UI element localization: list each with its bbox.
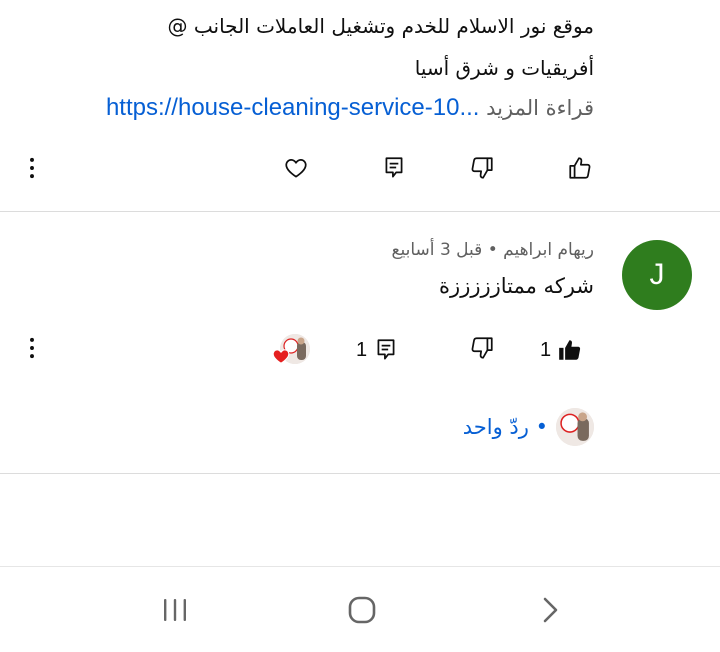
read-more-button[interactable]: قراءة المزيد bbox=[486, 96, 594, 120]
description-line-1: موقع نور الاسلام للخدم وتشغيل العاملات ا… bbox=[167, 14, 594, 38]
comment-dislike-button[interactable] bbox=[460, 326, 504, 370]
heart-button[interactable] bbox=[274, 146, 318, 190]
reply-author-avatar-image bbox=[556, 408, 594, 446]
thumb-down-icon bbox=[471, 157, 493, 179]
like-button[interactable] bbox=[558, 146, 602, 190]
more-vert-icon bbox=[30, 337, 34, 359]
heart-icon bbox=[285, 159, 307, 178]
comment-text: شركه ممتازززززة bbox=[439, 274, 594, 298]
divider bbox=[0, 473, 720, 474]
comment-icon bbox=[385, 157, 403, 178]
read-more-row: قراءة المزيد https://house-cleaning-serv… bbox=[106, 94, 594, 122]
home-button[interactable] bbox=[340, 588, 384, 632]
back-chevron-icon bbox=[543, 597, 558, 623]
divider bbox=[0, 211, 720, 212]
comments-button[interactable] bbox=[372, 146, 416, 190]
commenter-avatar[interactable]: J bbox=[622, 240, 692, 310]
navbar-divider bbox=[0, 566, 720, 567]
comment-meta: ريهام ابراهيم • قبل 3 أسابيع bbox=[391, 240, 594, 260]
more-vert-icon bbox=[30, 157, 34, 179]
avatar-letter: J bbox=[649, 258, 665, 291]
more-options-button[interactable] bbox=[10, 146, 54, 190]
thumb-down-icon bbox=[471, 337, 493, 359]
back-button[interactable] bbox=[528, 588, 572, 632]
view-replies-label: • ردّ واحد bbox=[462, 415, 548, 439]
view-replies-button[interactable]: • ردّ واحد bbox=[463, 408, 594, 446]
comment-more-options-button[interactable] bbox=[10, 326, 54, 370]
system-navigation-bar bbox=[0, 566, 720, 652]
like-count: 1 bbox=[540, 338, 552, 361]
reply-author-avatar bbox=[556, 408, 594, 446]
heart-icon bbox=[272, 349, 290, 364]
home-icon bbox=[348, 596, 376, 624]
comment-like-button[interactable]: 1 bbox=[540, 328, 583, 372]
thumb-up-filled-icon bbox=[559, 340, 581, 360]
comment-reply-button[interactable]: 1 bbox=[356, 328, 399, 372]
comment-icon bbox=[377, 339, 395, 360]
recent-apps-icon bbox=[164, 599, 186, 621]
reply-count: 1 bbox=[356, 338, 368, 361]
thumb-up-icon bbox=[569, 157, 591, 179]
creator-heart-badge bbox=[272, 332, 312, 366]
dislike-button[interactable] bbox=[460, 146, 504, 190]
recent-apps-button[interactable] bbox=[153, 588, 197, 632]
description-line-2: أفريقيات و شرق أسيا bbox=[414, 56, 594, 80]
description-link[interactable]: https://house-cleaning-service-10... bbox=[106, 94, 480, 121]
